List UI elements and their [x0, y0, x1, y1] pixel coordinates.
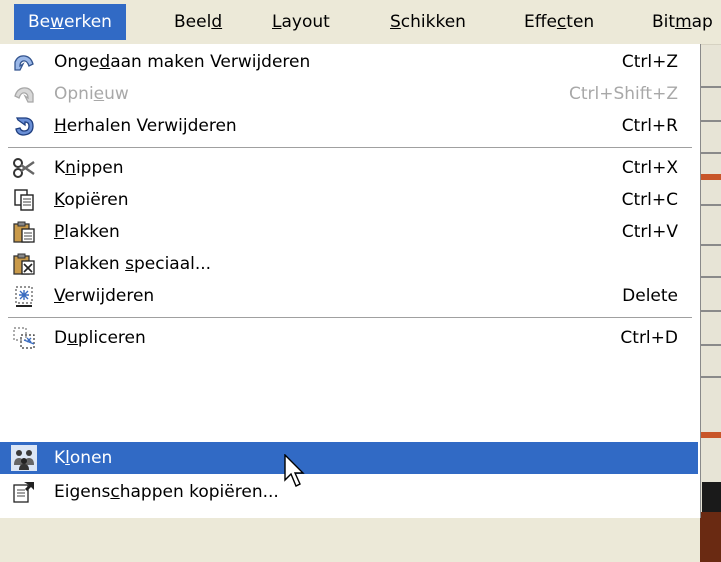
- menu-accelerator: P: [54, 222, 65, 242]
- menubar-item-bewerken[interactable]: Bewerken: [14, 4, 126, 40]
- delete-icon: [12, 284, 36, 308]
- duplicate-icon: [12, 326, 36, 350]
- paste-icon: [12, 220, 36, 244]
- menu-label: Effe: [524, 12, 557, 32]
- menu-label: Beel: [174, 12, 212, 32]
- menu-label: ten: [566, 12, 595, 32]
- menu-item-cut[interactable]: Knippen Ctrl+X: [0, 152, 698, 184]
- edit-menu-dropdown: Ongedaan maken Verwijderen Ctrl+Z Opnieu…: [0, 44, 701, 518]
- menu-item-clone[interactable]: Klonen: [0, 442, 698, 474]
- menu-item-label: Opni: [54, 84, 94, 104]
- menu-item-label: erhalen Verwijderen: [66, 116, 237, 136]
- menu-label: Bit: [652, 12, 676, 32]
- menu-label: ap: [691, 12, 713, 32]
- menu-label: ayout: [281, 12, 330, 32]
- menu-item-label: aan maken Verwijderen: [110, 52, 311, 72]
- menubar-item-schikken[interactable]: Schikken: [376, 4, 480, 40]
- menu-item-label: K: [54, 158, 66, 178]
- paste-special-icon: [12, 252, 36, 276]
- menu-accelerator: H: [54, 116, 67, 136]
- canvas-object: [702, 482, 721, 512]
- menu-accelerator: s: [125, 254, 134, 274]
- shortcut-label: Delete: [622, 286, 678, 306]
- menu-item-label: pliceren: [77, 328, 146, 348]
- menu-accelerator: K: [54, 190, 65, 210]
- menu-item-paste-special[interactable]: Plakken speciaal...: [0, 248, 698, 280]
- redo-icon: [12, 82, 36, 106]
- shortcut-label: Ctrl+V: [621, 222, 678, 242]
- menubar-item-bitmap[interactable]: Bitmap: [638, 4, 721, 40]
- shortcut-label: Ctrl+Z: [621, 52, 678, 72]
- menu-item-label: erwijderen: [64, 286, 155, 306]
- menu-accelerator: u: [67, 328, 78, 348]
- shortcut-label: Ctrl+D: [620, 328, 678, 348]
- scissors-icon: [12, 156, 36, 180]
- menu-item-label: happen kopiëren...: [119, 482, 279, 502]
- ruler-line: [700, 152, 721, 154]
- mouse-cursor-icon: [284, 454, 305, 487]
- ruler-line: [700, 276, 721, 278]
- background-canvas: [700, 44, 721, 562]
- menu-label: Be: [28, 12, 51, 32]
- canvas-object: [700, 174, 721, 180]
- menubar-item-beeld[interactable]: Beeld: [160, 4, 236, 40]
- ruler-line: [700, 86, 721, 88]
- menu-item-duplicate[interactable]: Dupliceren Ctrl+D: [0, 322, 698, 354]
- menu-item-paste[interactable]: Plakken Ctrl+V: [0, 216, 698, 248]
- menu-item-label: uw: [104, 84, 129, 104]
- menu-accelerator: d: [99, 52, 111, 72]
- menu-item-repeat[interactable]: Herhalen Verwijderen Ctrl+R: [0, 110, 698, 142]
- menu-accelerator: c: [556, 12, 567, 32]
- copy-icon: [12, 188, 36, 212]
- menu-item-label: Eigens: [54, 482, 111, 502]
- menu-accelerator: d: [211, 12, 223, 32]
- menu-item-label: K: [54, 448, 66, 468]
- undo-icon: [12, 50, 36, 74]
- menu-label: chikken: [400, 12, 466, 32]
- menu-item-redo: Opnieuw Ctrl+Shift+Z: [0, 78, 698, 110]
- menu-accelerator: c: [110, 482, 120, 502]
- ruler-line: [700, 344, 721, 346]
- menu-separator: [8, 317, 692, 319]
- menu-accelerator: S: [390, 12, 401, 32]
- shortcut-label: Ctrl+R: [621, 116, 678, 136]
- shortcut-label: Ctrl+C: [621, 190, 678, 210]
- menu-accelerator: m: [675, 12, 692, 32]
- ruler-line: [700, 204, 721, 206]
- menubar-item-effecten[interactable]: Effecten: [510, 4, 608, 40]
- menu-item-delete[interactable]: Verwijderen Delete: [0, 280, 698, 312]
- menu-item-label: lakken: [64, 222, 120, 242]
- menu-item-label: D: [54, 328, 68, 348]
- canvas-object: [700, 432, 721, 438]
- menu-item-label: ippen: [75, 158, 124, 178]
- ruler-line: [700, 376, 721, 378]
- clone-icon: [11, 445, 37, 471]
- menu-accelerator: e: [93, 84, 105, 104]
- menu-separator: [8, 147, 692, 149]
- menu-item-label: Onge: [54, 52, 100, 72]
- menubar-item-layout[interactable]: Layout: [258, 4, 344, 40]
- menu-accelerator: w: [50, 12, 65, 32]
- repeat-icon: [12, 114, 36, 138]
- menu-label: erken: [64, 12, 112, 32]
- shortcut-label: Ctrl+Shift+Z: [568, 84, 678, 104]
- menu-item-label: onen: [69, 448, 113, 468]
- copy-properties-icon: [12, 480, 36, 504]
- shortcut-label: Ctrl+X: [621, 158, 678, 178]
- menu-accelerator: V: [54, 286, 65, 306]
- menubar: Bewerken Beeld Layout Schikken Effecten …: [0, 0, 721, 45]
- menu-item-copy-properties[interactable]: Eigenschappen kopiëren...: [0, 476, 698, 508]
- menu-accelerator: n: [65, 158, 76, 178]
- menu-item-copy[interactable]: Kopiëren Ctrl+C: [0, 184, 698, 216]
- menu-item-undo[interactable]: Ongedaan maken Verwijderen Ctrl+Z: [0, 46, 698, 78]
- canvas-object: [700, 512, 721, 562]
- menu-item-label: Plakken: [54, 254, 126, 274]
- ruler-line: [700, 244, 721, 246]
- ruler-line: [700, 120, 721, 122]
- ruler-line: [700, 310, 721, 312]
- menu-item-label: peciaal...: [133, 254, 212, 274]
- menu-item-label: opiëren: [64, 190, 129, 210]
